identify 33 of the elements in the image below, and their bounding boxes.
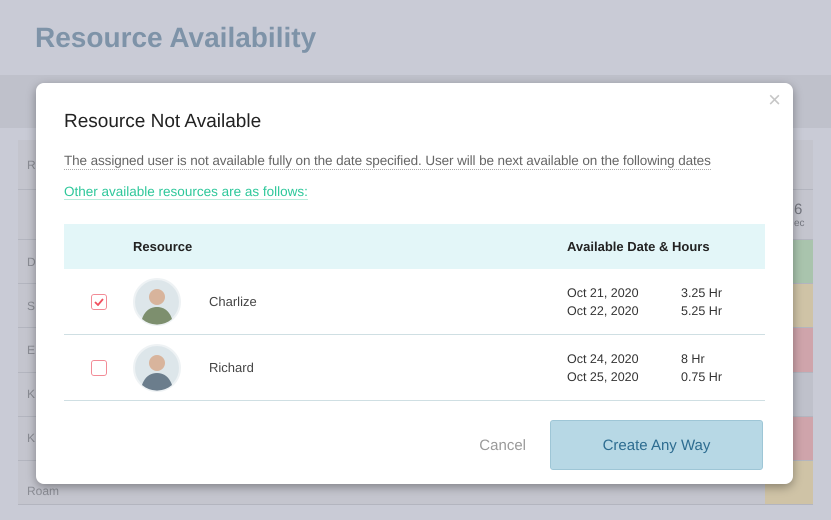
row-label: Roam [27, 484, 60, 498]
row-label: K [27, 387, 36, 402]
available-date: Oct 21, 2020 [567, 286, 640, 300]
resources-link[interactable]: Other available resources are as follows: [64, 184, 308, 200]
close-button[interactable]: × [764, 89, 785, 111]
date-header: 6 [794, 200, 802, 218]
check-icon [94, 298, 104, 306]
available-hours: 3.25 Hr [681, 286, 723, 300]
column-header: R [27, 158, 36, 172]
checkbox[interactable] [90, 294, 106, 310]
create-button[interactable]: Create Any Way [550, 420, 763, 470]
checkbox[interactable] [90, 360, 106, 376]
dialog-title: Resource Not Available [64, 111, 262, 133]
available-hours: 8 Hr [681, 352, 706, 366]
available-date: Oct 24, 2020 [567, 352, 640, 366]
available-date: Oct 22, 2020 [567, 304, 640, 318]
resource-name: Richard [209, 360, 254, 375]
month-header: ec [794, 218, 805, 228]
avatar-icon [133, 344, 181, 392]
row-label: D [27, 254, 36, 269]
cancel-button[interactable]: Cancel [473, 436, 532, 454]
avatar-icon [133, 278, 181, 326]
available-hours: 5.25 Hr [681, 304, 723, 318]
column-header: Resource [133, 239, 194, 254]
available-hours: 0.75 Hr [681, 370, 723, 384]
page-title: Resource Availability [35, 22, 316, 54]
column-header: Available Date & Hours [567, 239, 711, 254]
available-date: Oct 25, 2020 [567, 370, 640, 384]
row-label: E [27, 342, 36, 357]
row-label: S [27, 298, 36, 313]
message-text: The assigned user is not available fully on the date specified. User will be next available on the following dates [64, 153, 711, 170]
row-label: K [27, 431, 36, 446]
resource-name: Charlize [209, 294, 257, 309]
